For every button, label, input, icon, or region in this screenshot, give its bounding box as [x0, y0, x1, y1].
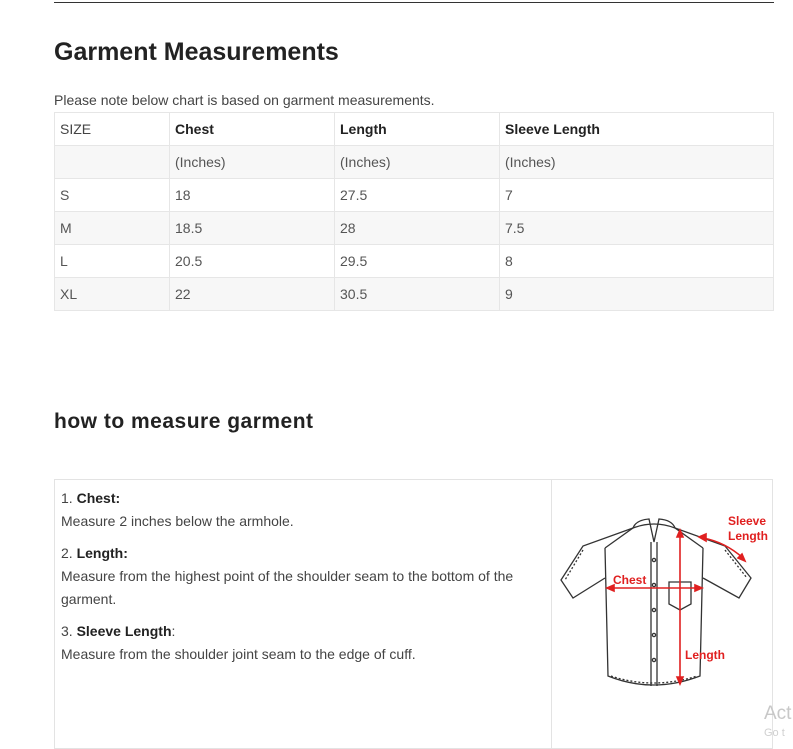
step-title: Chest: [76, 490, 121, 506]
column-header-chest: Chest [169, 112, 335, 146]
table-cell: 29.5 [334, 244, 500, 278]
sleeve-label-line1: Sleeve [728, 514, 766, 528]
step-title: Sleeve Length [76, 623, 172, 639]
step-description: Measure 2 inches below the armhole. [61, 513, 294, 529]
step-sleeve-length: 3. Sleeve Length: Measure from the shoul… [61, 620, 545, 666]
table-row: S 18 27.5 7 [54, 178, 774, 212]
table-cell: 28 [334, 211, 500, 245]
table-cell: 18 [169, 178, 335, 212]
activation-watermark: Act [764, 703, 792, 724]
table-row: M 18.5 28 7.5 [54, 211, 774, 245]
activation-watermark-subtext: Go t [764, 727, 785, 739]
table-row: L 20.5 29.5 8 [54, 244, 774, 278]
table-cell: (Inches) [334, 145, 500, 179]
table-cell: 27.5 [334, 178, 500, 212]
page-title: Garment Measurements [54, 38, 339, 66]
chart-note: Please note below chart is based on garm… [54, 92, 435, 108]
chest-label: Chest [613, 573, 646, 587]
step-suffix: : [171, 623, 176, 639]
table-cell [54, 145, 170, 179]
table-cell: (Inches) [499, 145, 774, 179]
size-chart-table: SIZE Chest Length Sleeve Length (Inches)… [54, 112, 774, 311]
table-cell: 20.5 [169, 244, 335, 278]
table-cell: 8 [499, 244, 774, 278]
measure-steps: 1. Chest: Measure 2 inches below the arm… [55, 480, 552, 748]
table-cell: XL [54, 277, 170, 311]
step-number: 2. [61, 545, 77, 561]
table-cell: 7 [499, 178, 774, 212]
step-number: 1. [61, 490, 77, 506]
table-header-row: SIZE Chest Length Sleeve Length [54, 112, 774, 146]
table-cell: 9 [499, 277, 774, 311]
step-description: Measure from the highest point of the sh… [61, 568, 514, 607]
length-label: Length [685, 648, 725, 662]
step-title: Length: [76, 545, 128, 561]
how-to-measure-heading: how to measure garment [54, 410, 314, 433]
measure-instructions-panel: 1. Chest: Measure 2 inches below the arm… [54, 479, 773, 749]
top-divider [54, 2, 774, 3]
column-header-sleeve-length: Sleeve Length [499, 112, 774, 146]
step-description: Measure from the shoulder joint seam to … [61, 646, 416, 662]
table-cell: M [54, 211, 170, 245]
table-cell: 22 [169, 277, 335, 311]
column-header-length: Length [334, 112, 500, 146]
table-cell: S [54, 178, 170, 212]
table-cell: 18.5 [169, 211, 335, 245]
table-cell: 7.5 [499, 211, 774, 245]
step-chest: 1. Chest: Measure 2 inches below the arm… [61, 487, 545, 533]
table-cell: 30.5 [334, 277, 500, 311]
sleeve-label-line2: Length [728, 529, 768, 543]
column-header-size: SIZE [54, 112, 170, 146]
table-cell: (Inches) [169, 145, 335, 179]
shirt-measurement-diagram: Chest Length Sleeve Length [560, 514, 768, 687]
table-units-row: (Inches) (Inches) (Inches) [54, 145, 774, 179]
table-cell: L [54, 244, 170, 278]
table-row: XL 22 30.5 9 [54, 277, 774, 311]
step-length: 2. Length: Measure from the highest poin… [61, 542, 545, 611]
step-number: 3. [61, 623, 77, 639]
